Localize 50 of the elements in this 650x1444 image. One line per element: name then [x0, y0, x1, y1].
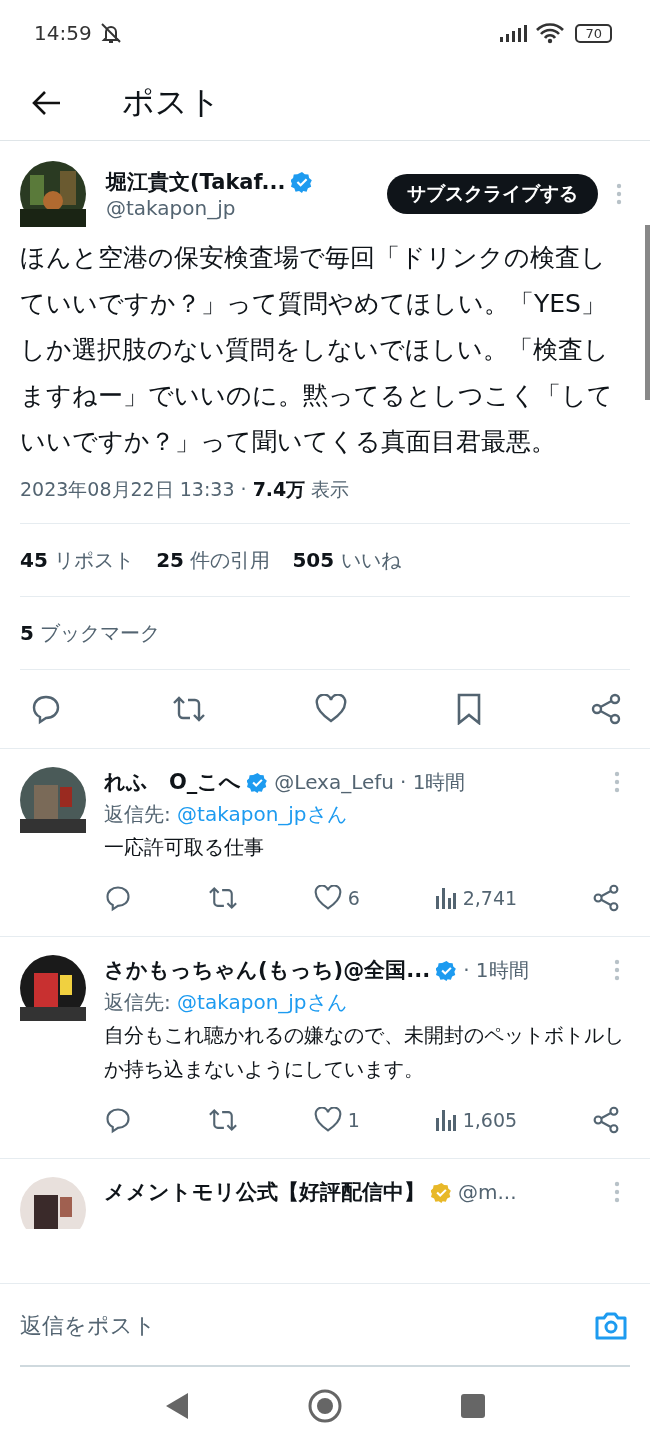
stat-link[interactable]: 25 件の引用	[156, 546, 271, 574]
author-name[interactable]: 堀江貴文(Takaf...	[106, 168, 286, 196]
reply-to-label: 返信先:	[104, 802, 171, 826]
view-count: 2,741	[462, 887, 518, 909]
bookmark-stat[interactable]: 5 ブックマーク	[20, 619, 161, 647]
post-text: ほんと空港の保安検査場で毎回「ドリンクの検査していいですか？」って質問やめてほしい。「YES」しか選択肢のない質問をしないでほしい。「検査しますねー」でいいのに。黙ってるとしつこく「していいですか？」って聞いてくる真面目君最悪。	[20, 242, 614, 458]
views-chart-icon[interactable]	[434, 886, 457, 910]
reply-author-name[interactable]: さかもっちゃん(もっち)@全国...	[104, 956, 431, 984]
share-icon[interactable]	[590, 693, 622, 725]
back-arrow-icon[interactable]	[32, 90, 62, 116]
share-icon[interactable]	[592, 884, 620, 912]
view-count: 1,605	[462, 1109, 518, 1131]
like-heart-icon[interactable]	[315, 694, 347, 724]
reply-icon[interactable]	[104, 1106, 132, 1134]
wifi-icon	[535, 22, 566, 44]
post-timestamp: 2023年08月22日 13:33 ·	[20, 478, 248, 500]
home-circle-icon[interactable]	[308, 1389, 342, 1423]
reply-input-field[interactable]: 返信をポスト	[20, 1313, 594, 1338]
like-heart-icon[interactable]	[313, 885, 342, 911]
like-heart-icon[interactable]	[313, 1107, 342, 1133]
reply-time: · 1時間	[400, 768, 466, 796]
reply-text: 一応許可取る仕事	[104, 834, 265, 861]
reply-author-name[interactable]: メメントモリ公式【好評配信中】	[104, 1178, 425, 1206]
signal-icon	[499, 24, 530, 42]
reply-icon[interactable]	[30, 693, 62, 725]
reply-handle[interactable]: @Lexa_Lefu	[274, 770, 394, 794]
page-title: ポスト	[122, 82, 221, 123]
camera-icon[interactable]	[594, 1310, 628, 1341]
reply-handle[interactable]: @m...	[458, 1180, 517, 1204]
views-label: 表示	[311, 478, 350, 500]
share-icon[interactable]	[592, 1106, 620, 1134]
stat-link[interactable]: 45 リポスト	[20, 546, 135, 574]
views-chart-icon[interactable]	[434, 1108, 457, 1132]
scrollbar[interactable]	[645, 225, 650, 400]
battery-icon: 70	[575, 23, 612, 43]
status-time: 14:59	[34, 21, 92, 45]
like-count: 6	[347, 887, 360, 909]
reply-text: 自分もこれ聴かれるの嫌なので、未開封のペットボトルしか持ち込まないようにしています。	[104, 1022, 625, 1083]
reply-to-label: 返信先:	[104, 990, 171, 1014]
view-count: 7.4万	[252, 478, 306, 500]
like-count: 1	[347, 1109, 360, 1131]
subscribe-button[interactable]: サブスクライブする	[387, 174, 598, 214]
reply-icon[interactable]	[104, 884, 132, 912]
reply-time: · 1時間	[463, 956, 529, 984]
author-handle[interactable]: @takapon_jp	[106, 196, 387, 220]
stat-link[interactable]: 505 いいね	[292, 546, 401, 574]
bookmark-icon[interactable]	[455, 693, 482, 725]
recents-square-icon[interactable]	[460, 1393, 486, 1419]
reply-author-name[interactable]: れふ O_こへ	[104, 768, 242, 796]
back-triangle-icon[interactable]	[164, 1391, 190, 1421]
